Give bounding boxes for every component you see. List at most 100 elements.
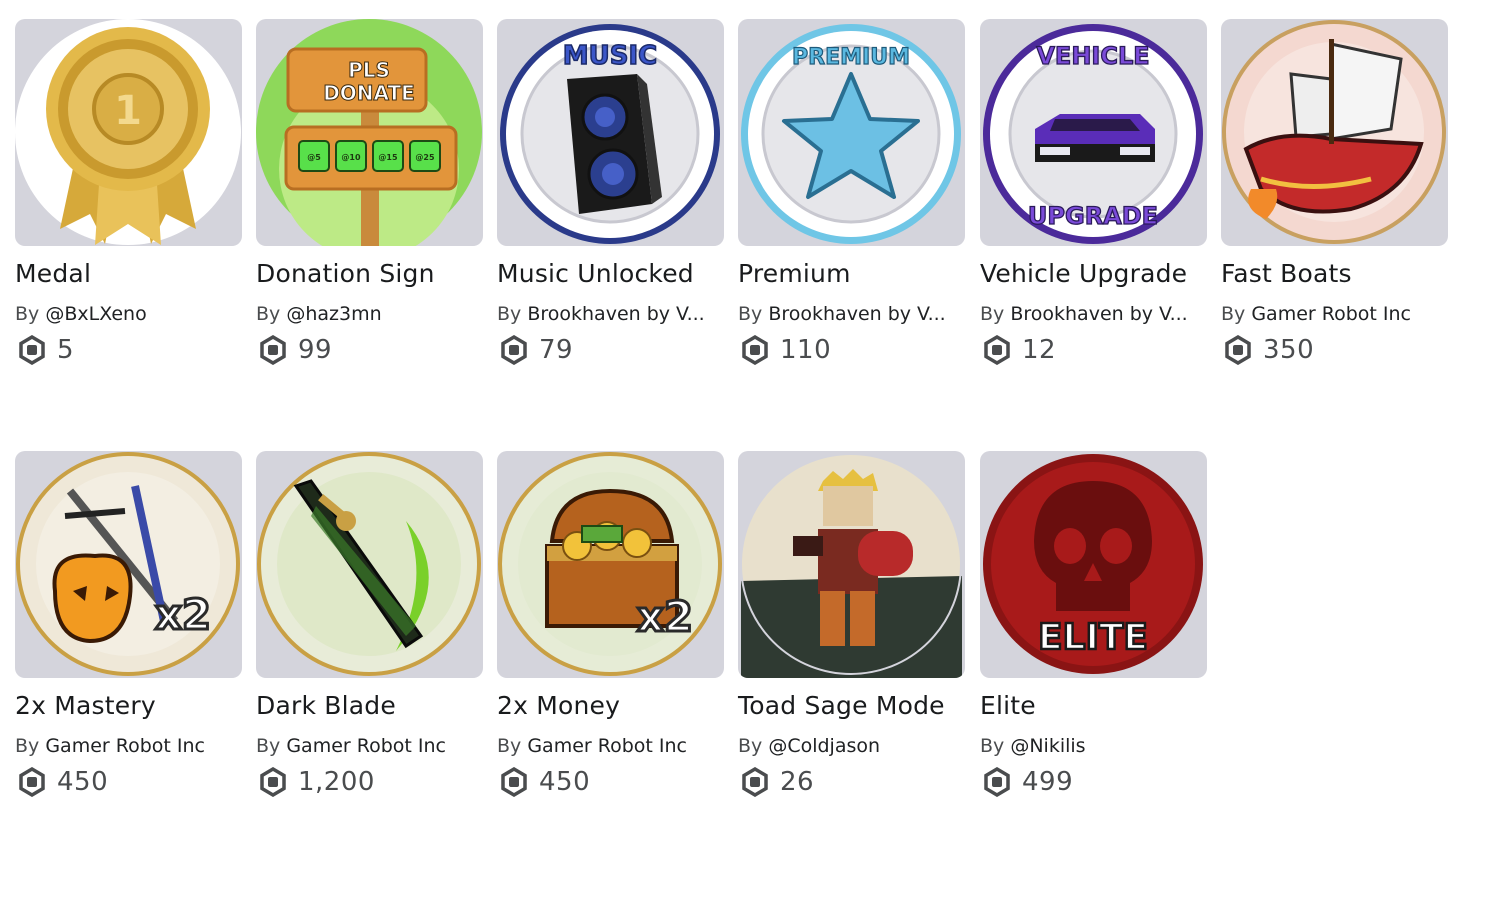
sign-amount: @10 — [341, 153, 361, 162]
item-price: 450 — [497, 766, 724, 798]
price-amount: 499 — [1022, 767, 1074, 797]
item-title[interactable]: Toad Sage Mode — [738, 685, 965, 726]
price-amount: 450 — [539, 767, 591, 797]
item-thumbnail[interactable]: ELITE — [980, 451, 1207, 678]
creator-link[interactable]: Gamer Robot Inc — [527, 735, 687, 757]
robux-icon — [19, 335, 45, 365]
item-thumbnail[interactable] — [1221, 19, 1448, 246]
price-amount: 79 — [539, 335, 574, 365]
star-icon: PREMIUM — [741, 24, 961, 244]
creator-link[interactable]: Gamer Robot Inc — [1251, 303, 1411, 325]
creator-link[interactable]: Gamer Robot Inc — [286, 735, 446, 757]
robux-icon — [260, 767, 286, 797]
badge-text: PREMIUM — [792, 45, 910, 70]
item-title[interactable]: 2x Mastery — [15, 685, 242, 726]
gold-medal-icon: 1 — [15, 19, 241, 245]
medal-number: 1 — [114, 88, 142, 134]
treasure-chest-icon: x2 — [498, 452, 722, 676]
item-creator: By @Coldjason — [738, 735, 881, 757]
price-amount: 26 — [780, 767, 815, 797]
sign-amount: @25 — [415, 153, 435, 162]
item-title[interactable]: Medal — [15, 253, 242, 294]
item-thumbnail[interactable]: PREMIUM — [738, 19, 965, 246]
robux-icon — [984, 335, 1010, 365]
robux-icon — [501, 335, 527, 365]
robux-icon — [260, 335, 286, 365]
item-title[interactable]: 2x Money — [497, 685, 724, 726]
creator-link[interactable]: Brookhaven by V... — [527, 303, 704, 325]
item-thumbnail[interactable]: 1 — [15, 19, 242, 246]
item-creator: By @haz3mn — [256, 303, 382, 325]
item-card-toad-sage-mode[interactable]: Toad Sage Mode By @Coldjason 26 — [738, 451, 965, 798]
item-thumbnail[interactable] — [256, 451, 483, 678]
item-card-fast-boats[interactable]: Fast Boats By Gamer Robot Inc 350 — [1221, 19, 1448, 366]
price-amount: 110 — [780, 335, 832, 365]
item-creator: By Gamer Robot Inc — [256, 735, 446, 757]
price-amount: 450 — [57, 767, 109, 797]
robux-icon — [501, 767, 527, 797]
item-price: 12 — [980, 334, 1207, 366]
item-card-vehicle-upgrade[interactable]: VEHICLE UPGRADE Vehicle Upgrade By Brook… — [980, 19, 1207, 366]
item-card-premium[interactable]: PREMIUM Premium By Brookhaven by V... 11… — [738, 19, 965, 366]
item-title[interactable]: Elite — [980, 685, 1207, 726]
item-title[interactable]: Dark Blade — [256, 685, 483, 726]
price-amount: 1,200 — [298, 767, 375, 797]
robux-icon — [984, 767, 1010, 797]
creator-link[interactable]: Brookhaven by V... — [768, 303, 945, 325]
item-title[interactable]: Premium — [738, 253, 965, 294]
donation-sign-icon: PLS DONATE @5 @10 @15 @25 — [256, 19, 482, 246]
item-card-donation-sign[interactable]: PLS DONATE @5 @10 @15 @25 Donation Sign … — [256, 19, 483, 366]
robux-icon — [19, 767, 45, 797]
item-card-music-unlocked[interactable]: MUSIC Music Unlocked By Brookhaven by V.… — [497, 19, 724, 366]
item-card-2x-mastery[interactable]: x2 2x Mastery By Gamer Robot Inc 450 — [15, 451, 242, 798]
item-card-elite[interactable]: ELITE Elite By @Nikilis 499 — [980, 451, 1207, 798]
sign-amount: @5 — [307, 153, 321, 162]
sign-text-line2: DONATE — [323, 81, 415, 105]
item-thumbnail[interactable] — [738, 451, 965, 678]
creator-link[interactable]: Brookhaven by V... — [1010, 303, 1187, 325]
item-title[interactable]: Music Unlocked — [497, 253, 724, 294]
creator-link[interactable]: @BxLXeno — [45, 303, 146, 325]
item-title[interactable]: Vehicle Upgrade — [980, 253, 1207, 294]
creator-link[interactable]: Gamer Robot Inc — [45, 735, 205, 757]
car-icon: VEHICLE UPGRADE — [983, 24, 1203, 244]
creator-link[interactable]: @haz3mn — [286, 303, 381, 325]
robux-icon — [742, 335, 768, 365]
item-thumbnail[interactable]: x2 — [497, 451, 724, 678]
skull-icon: ELITE — [983, 454, 1203, 674]
item-thumbnail[interactable]: VEHICLE UPGRADE — [980, 19, 1207, 246]
item-thumbnail[interactable]: MUSIC — [497, 19, 724, 246]
price-amount: 350 — [1263, 335, 1315, 365]
badge-text: ELITE — [1038, 617, 1148, 658]
item-title[interactable]: Donation Sign — [256, 253, 483, 294]
item-creator: By Gamer Robot Inc — [497, 735, 687, 757]
swords-icon: x2 — [16, 452, 240, 676]
item-creator: By Gamer Robot Inc — [15, 735, 205, 757]
item-card-2x-money[interactable]: x2 2x Money By Gamer Robot Inc 450 — [497, 451, 724, 798]
item-price: 499 — [980, 766, 1207, 798]
badge-text-top: VEHICLE — [1036, 42, 1149, 70]
dark-blade-icon — [257, 452, 481, 676]
item-card-dark-blade[interactable]: Dark Blade By Gamer Robot Inc 1,200 — [256, 451, 483, 798]
price-amount: 99 — [298, 335, 333, 365]
item-price: 26 — [738, 766, 965, 798]
badge-text: x2 — [637, 592, 693, 641]
item-creator: By @Nikilis — [980, 735, 1086, 757]
item-price: 79 — [497, 334, 724, 366]
item-thumbnail[interactable]: PLS DONATE @5 @10 @15 @25 — [256, 19, 483, 246]
ship-icon — [1222, 20, 1446, 244]
speaker-icon: MUSIC — [500, 24, 720, 244]
item-thumbnail[interactable]: x2 — [15, 451, 242, 678]
item-creator: By Gamer Robot Inc — [1221, 303, 1411, 325]
item-title[interactable]: Fast Boats — [1221, 253, 1448, 294]
creator-link[interactable]: @Coldjason — [768, 735, 880, 757]
item-creator: By Brookhaven by V... — [738, 303, 946, 325]
avatar-character-icon — [740, 453, 962, 678]
item-price: 99 — [256, 334, 483, 366]
creator-link[interactable]: @Nikilis — [1010, 735, 1085, 757]
item-card-medal[interactable]: 1 Medal By @BxLXeno 5 — [15, 19, 242, 366]
item-price: 350 — [1221, 334, 1448, 366]
item-creator: By @BxLXeno — [15, 303, 147, 325]
item-price: 5 — [15, 334, 242, 366]
item-creator: By Brookhaven by V... — [980, 303, 1188, 325]
